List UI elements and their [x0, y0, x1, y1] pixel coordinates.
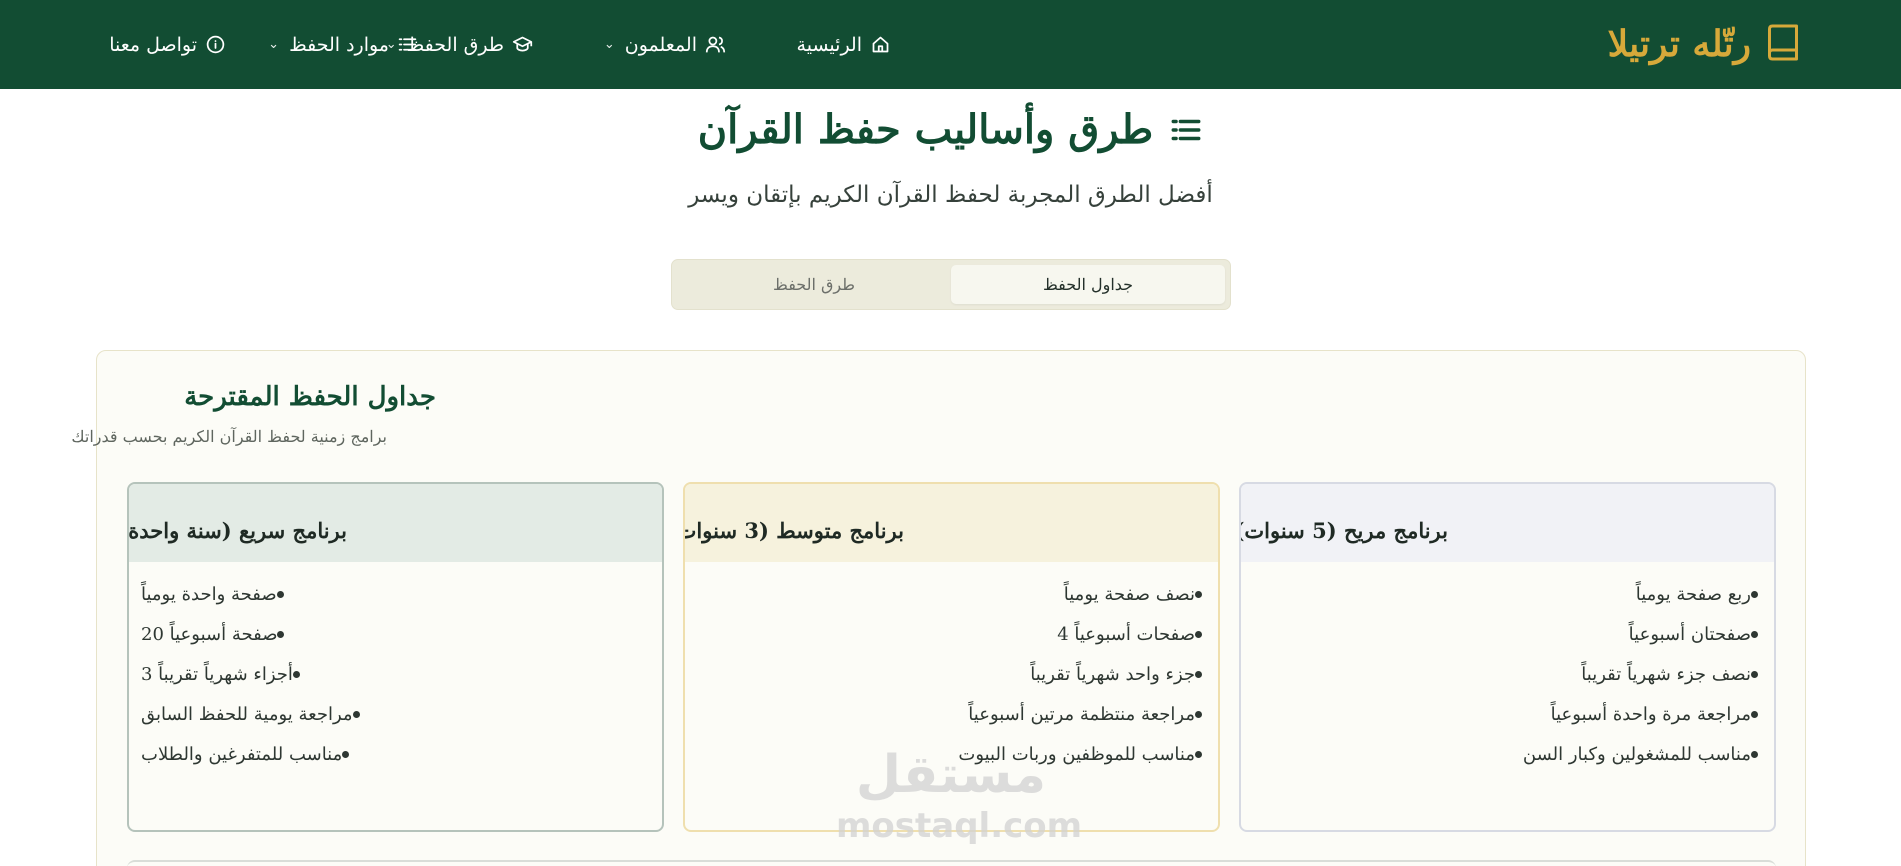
list-item: جزء واحد شهرياً تقريباً: [685, 654, 1218, 694]
bullet-icon: [1751, 670, 1758, 678]
list-item-text: نصف جزء شهرياً تقريباً: [1581, 663, 1751, 685]
program-card-header: برنامج سريع (سنة واحدة): [129, 484, 662, 562]
list-item: ربع صفحة يومياً: [1241, 574, 1774, 614]
list-item-text: مراجعة مرة واحدة أسبوعياً: [1550, 703, 1751, 725]
list-icon: [1169, 113, 1203, 147]
bullet-icon: [342, 750, 350, 758]
nav-teachers[interactable]: المعلمون ⌄: [604, 0, 726, 89]
nav-home-label: الرئيسية: [796, 33, 862, 56]
nav-resources-label: موارد الحفظ: [289, 33, 389, 56]
list-item-text: ربع صفحة يومياً: [1635, 583, 1751, 605]
nav-contact-label: تواصل معنا: [109, 33, 197, 56]
nav-teachers-label: المعلمون: [624, 33, 697, 56]
list-item-text: صفحتان أسبوعياً: [1628, 623, 1751, 645]
bullet-icon: [1751, 750, 1758, 758]
next-section-edge: [127, 860, 1776, 866]
list-item-text: مراجعة يومية للحفظ السابق: [141, 703, 353, 725]
tab-methods[interactable]: طرق الحفظ: [677, 265, 951, 304]
program-items: نصف صفحة يومياً صفحات أسبوعياً 4 جزء واح…: [685, 562, 1218, 774]
book-icon: [1765, 23, 1801, 65]
list-icon: [397, 34, 418, 55]
bullet-icon: [1751, 710, 1758, 718]
program-card-header: برنامج متوسط (3 سنوات): [685, 484, 1218, 562]
list-item-text: مناسب للموظفين وربات البيوت: [958, 743, 1195, 765]
bullet-icon: [1195, 710, 1202, 718]
program-title: برنامج مريح (5 سنوات): [1239, 518, 1448, 543]
list-item: نصف جزء شهرياً تقريباً: [1241, 654, 1774, 694]
list-item: صفحة واحدة يومياً: [129, 574, 662, 614]
list-item-text: مناسب للمتفرغين والطلاب: [141, 743, 343, 765]
list-item-text: صفحة أسبوعياً 20: [141, 623, 278, 645]
program-card-easy: برنامج مريح (5 سنوات) ربع صفحة يومياً صف…: [1239, 482, 1776, 832]
page-title-text: طرق وأساليب حفظ القرآن: [697, 106, 1154, 153]
program-card-header: برنامج مريح (5 سنوات): [1241, 484, 1774, 562]
program-card-medium: برنامج متوسط (3 سنوات) نصف صفحة يومياً ص…: [683, 482, 1220, 832]
list-item-text: نصف صفحة يومياً: [1063, 583, 1195, 605]
bullet-icon: [352, 710, 360, 718]
list-item-text: جزء واحد شهرياً تقريباً: [1030, 663, 1195, 685]
page-subtitle: أفضل الطرق المجربة لحفظ القرآن الكريم بإ…: [688, 182, 1213, 208]
nav-contact[interactable]: تواصل معنا: [109, 0, 226, 89]
brand-name: رتّله ترتيلا: [1607, 23, 1751, 65]
page-title: طرق وأساليب حفظ القرآن: [0, 106, 1901, 153]
list-item: صفحة أسبوعياً 20: [129, 614, 662, 654]
program-card-fast: برنامج سريع (سنة واحدة) صفحة واحدة يوميا…: [127, 482, 664, 832]
chevron-down-icon: ⌄: [268, 37, 280, 52]
nav-resources[interactable]: موارد الحفظ ⌄: [268, 0, 418, 89]
program-title: برنامج متوسط (3 سنوات): [685, 518, 904, 543]
graduation-cap-icon: [512, 34, 533, 55]
bullet-icon: [1751, 590, 1758, 598]
tab-list: جداول الحفظ طرق الحفظ: [671, 259, 1231, 310]
program-items: ربع صفحة يومياً صفحتان أسبوعياً نصف جزء …: [1241, 562, 1774, 774]
bullet-icon: [277, 630, 285, 638]
bullet-icon: [1195, 590, 1202, 598]
program-title: برنامج سريع (سنة واحدة): [127, 518, 347, 543]
list-item: مراجعة مرة واحدة أسبوعياً: [1241, 694, 1774, 734]
list-item: مراجعة يومية للحفظ السابق: [129, 694, 662, 734]
program-items: صفحة واحدة يومياً صفحة أسبوعياً 20 أجزاء…: [129, 562, 662, 774]
users-icon: [705, 34, 726, 55]
tab-schedules[interactable]: جداول الحفظ: [951, 265, 1225, 304]
list-item: مراجعة منتظمة مرتين أسبوعياً: [685, 694, 1218, 734]
nav-home[interactable]: الرئيسية: [797, 0, 891, 89]
panel-title: جداول الحفظ المقترحة: [184, 382, 436, 412]
list-item-text: أجزاء شهرياً تقريباً 3: [141, 663, 293, 685]
list-item-text: صفحة واحدة يومياً: [141, 583, 277, 605]
home-icon: [870, 34, 891, 55]
bullet-icon: [1195, 750, 1202, 758]
panel-subtitle: برامج زمنية لحفظ القرآن الكريم بحسب قدرا…: [71, 427, 387, 446]
list-item-text: صفحات أسبوعياً 4: [1057, 623, 1195, 645]
brand-logo[interactable]: رتّله ترتيلا: [1608, 18, 1801, 70]
list-item: أجزاء شهرياً تقريباً 3: [129, 654, 662, 694]
chevron-down-icon: ⌄: [603, 37, 615, 52]
bullet-icon: [292, 670, 300, 678]
bullet-icon: [1195, 670, 1202, 678]
list-item: مناسب للموظفين وربات البيوت: [685, 734, 1218, 774]
list-item: صفحتان أسبوعياً: [1241, 614, 1774, 654]
bullet-icon: [1195, 630, 1202, 638]
list-item-text: مناسب للمشغولين وكبار السن: [1522, 743, 1751, 765]
list-item: صفحات أسبوعياً 4: [685, 614, 1218, 654]
info-icon: [205, 34, 226, 55]
nav-methods-label: طرق الحفظ: [406, 33, 504, 56]
list-item: نصف صفحة يومياً: [685, 574, 1218, 614]
list-item-text: مراجعة منتظمة مرتين أسبوعياً: [968, 703, 1195, 725]
top-navbar: رتّله ترتيلا الرئيسية المعلمون ⌄ طرق الح…: [0, 0, 1901, 89]
bullet-icon: [276, 590, 284, 598]
bullet-icon: [1751, 630, 1758, 638]
list-item: مناسب للمتفرغين والطلاب: [129, 734, 662, 774]
list-item: مناسب للمشغولين وكبار السن: [1241, 734, 1774, 774]
